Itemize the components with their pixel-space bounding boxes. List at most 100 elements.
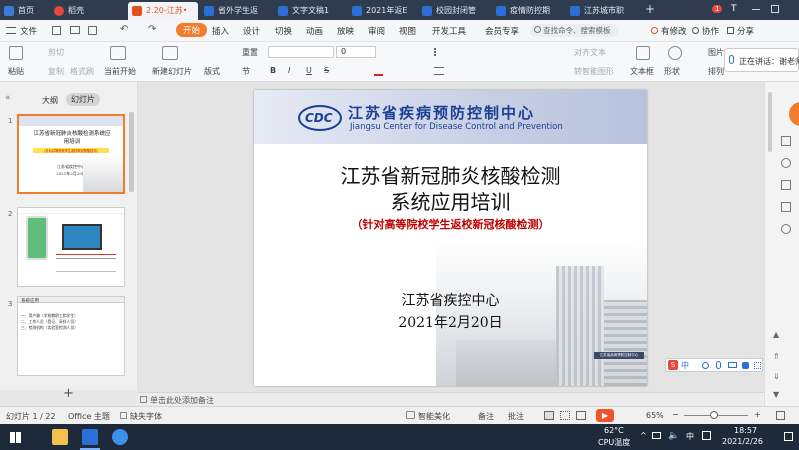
prev-slide-icon[interactable]: ⇑ [773,352,780,361]
panel-scrollbar[interactable] [129,112,134,192]
settings-sidebar-icon[interactable] [781,224,791,234]
fit-icon[interactable]: ▼ [773,390,779,399]
animation-sidebar-icon[interactable] [781,180,791,190]
transition-sidebar-icon[interactable] [781,202,791,212]
sidebar-scrollbar[interactable] [768,92,772,152]
shape-button[interactable]: 形状 [664,66,680,77]
notification-center-icon[interactable] [784,432,793,441]
file-explorer-icon[interactable] [52,429,68,445]
slide-thumbnail-2[interactable] [17,207,125,287]
clock-time[interactable]: 18:57 [734,426,757,435]
tab-doc[interactable]: 校园封闭管 [418,2,490,20]
input-language[interactable]: 中 [686,431,694,442]
menu-design[interactable]: 设计 [243,25,260,37]
tray-up-icon[interactable]: ^ [640,431,647,440]
align-text-button[interactable]: 对齐文本 [574,47,606,58]
paste-icon[interactable] [9,46,23,60]
volume-icon[interactable]: 🔈 [668,431,679,441]
shape-icon[interactable] [668,46,682,60]
align-left-icon[interactable] [434,67,444,75]
missing-font-button[interactable]: 缺失字体 [130,411,162,422]
select-icon[interactable] [781,136,791,146]
textbox-button[interactable]: 文本框 [630,66,654,77]
tab-outline[interactable]: 大纲 [42,95,58,106]
section-button[interactable]: 节 [242,66,250,77]
ime-mode-icon[interactable] [702,431,711,440]
font-name-input[interactable] [268,46,334,58]
font-color-icon[interactable] [374,66,383,76]
share-icon[interactable] [727,27,734,34]
save-icon[interactable] [52,26,61,35]
changes-button[interactable]: 有修改 [661,25,687,37]
font-size-input[interactable]: 0 [336,46,376,58]
notification-badge[interactable]: 1 [712,5,723,13]
theme-name[interactable]: Office 主题 [68,411,110,422]
play-from-current-icon[interactable] [110,46,126,60]
menu-insert[interactable]: 插入 [212,25,229,37]
normal-view-icon[interactable] [544,411,554,420]
menu-view[interactable]: 视图 [399,25,416,37]
comments-button[interactable]: 批注 [508,411,524,422]
slide-1[interactable]: CDC 江苏省疾病预防控制中心 Jiangsu Center for Disea… [254,90,647,386]
tencent-meeting-icon[interactable] [112,429,128,445]
voice-call-banner[interactable]: 正在讲话：谢老师 [724,48,799,72]
tab-home[interactable]: 首页 [0,2,46,20]
sorter-view-icon[interactable] [560,411,570,420]
menu-member[interactable]: 会员专享 [485,25,519,37]
tab-daoke[interactable]: 稻壳 [50,2,120,20]
zoom-slider-thumb[interactable] [710,411,718,419]
tab-doc[interactable]: 文字文稿1 [274,2,346,20]
picture-button[interactable]: 图片 [708,47,724,58]
tab-active-presentation[interactable]: 2.20-江苏• [128,2,198,20]
slide-thumbnail-3[interactable]: 系统应用 一、用户端（学校教职工和学生） 二、工作人员（登记、采样人员） 三、检… [17,296,125,376]
menu-review[interactable]: 审阅 [368,25,385,37]
zoom-in-button[interactable]: + [754,410,761,419]
tab-doc[interactable]: 江苏城市职 [566,2,638,20]
network-icon[interactable] [652,432,661,439]
paste-button[interactable]: 粘贴 [8,66,24,77]
fit-window-icon[interactable] [776,411,785,420]
menu-developer[interactable]: 开发工具 [432,25,466,37]
tab-doc[interactable]: 疫情防控期 [492,2,564,20]
textbox-icon[interactable] [636,46,650,60]
share-button[interactable]: 分享 [737,25,754,37]
clock-date[interactable]: 2021/2/26 [722,437,763,446]
tab-slides[interactable]: 幻灯片 [66,93,100,106]
tab-doc[interactable]: 2021年返E [348,2,420,20]
bold-button[interactable]: B [270,66,276,75]
zoom-level[interactable]: 65% [646,411,664,420]
notes-toggle-button[interactable]: 备注 [478,411,494,422]
ime-toolbar[interactable]: S 中 [665,358,763,372]
convert-smartart-button[interactable]: 转智能图形 [574,66,614,77]
layout-button[interactable]: 版式 [204,66,220,77]
collab-button[interactable]: 协作 [702,25,719,37]
assistant-bubble-icon[interactable] [789,102,799,126]
command-search[interactable]: 查找命令、搜索模板 [530,24,618,37]
menu-file[interactable]: 文件 [20,25,37,37]
changes-icon[interactable] [651,27,658,34]
menu-slideshow[interactable]: 放映 [337,25,354,37]
print-icon[interactable] [70,26,80,34]
bullets-icon[interactable] [434,48,444,56]
title-icon[interactable]: T [731,4,737,14]
reading-view-icon[interactable] [576,411,586,420]
hamburger-menu-icon[interactable] [6,27,16,34]
redo-icon[interactable]: ↷ [148,24,156,35]
new-slide-icon[interactable] [162,46,178,60]
smart-beautify-button[interactable]: 智能美化 [418,411,450,422]
reset-button[interactable]: 重置 [242,47,258,58]
notes-area[interactable]: 单击此处添加备注 [138,392,764,406]
menu-animation[interactable]: 动画 [306,25,323,37]
tab-doc[interactable]: 省外学生返 [200,2,272,20]
play-slideshow-button[interactable]: ▶ [596,409,614,422]
new-tab-button[interactable]: + [645,2,655,16]
underline-button[interactable]: U [306,66,312,75]
copy-button[interactable]: 复制 [48,66,64,77]
shape-sidebar-icon[interactable] [781,158,791,168]
zoom-out-button[interactable]: − [672,410,679,419]
scroll-up-icon[interactable]: ▲ [773,330,779,339]
wps-writer-icon[interactable] [82,429,98,445]
export-icon[interactable] [88,26,97,35]
minimize-icon[interactable] [752,9,760,10]
add-slide-button[interactable]: + [63,386,74,401]
